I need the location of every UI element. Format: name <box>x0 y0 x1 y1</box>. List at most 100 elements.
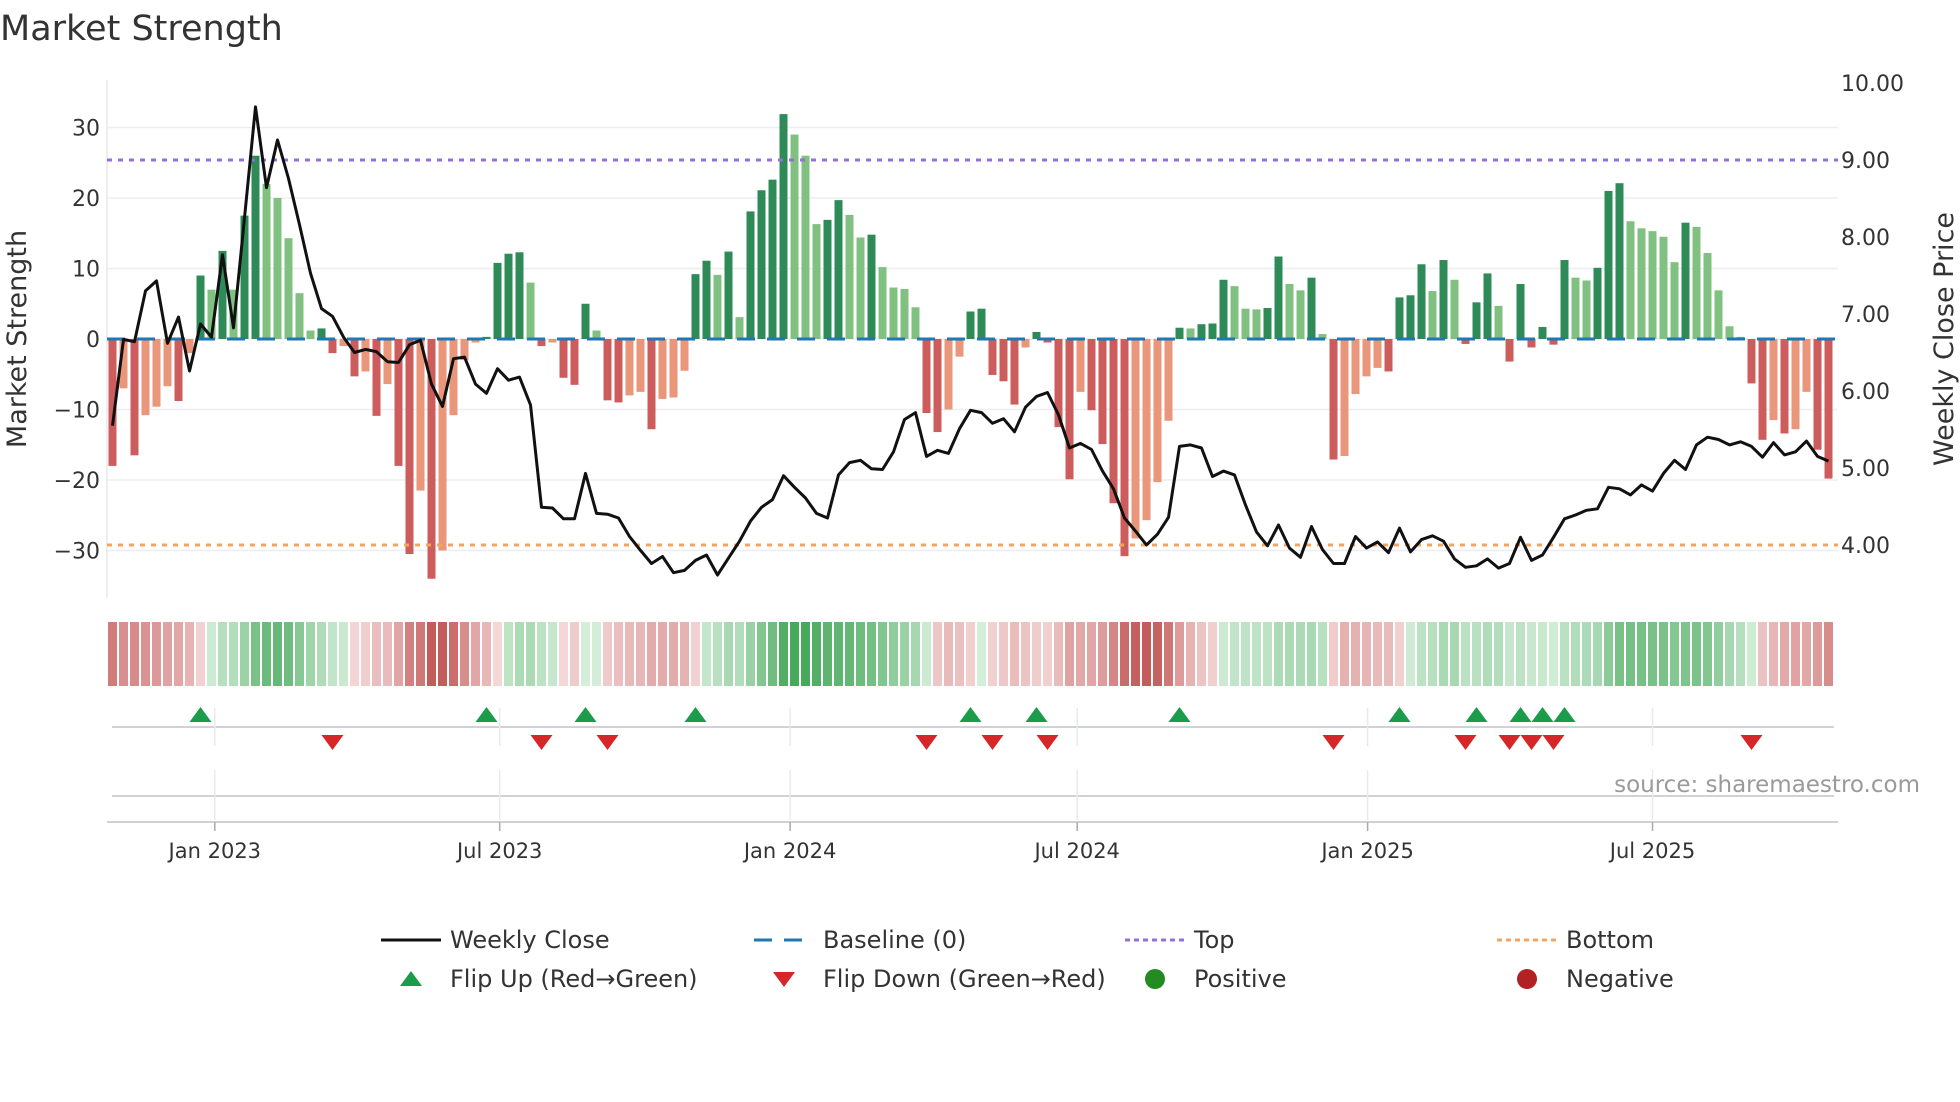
strip-cell <box>460 622 469 686</box>
flip-up-marker <box>1025 707 1048 722</box>
strip-cell <box>922 622 931 686</box>
strip-cell <box>240 622 249 686</box>
flip-down-marker <box>1322 735 1345 750</box>
flip-down-marker <box>1520 735 1543 750</box>
legend-bottom-label: Bottom <box>1566 926 1654 954</box>
strip-cell <box>1175 622 1184 686</box>
strip-cell <box>988 622 997 686</box>
strip-cell <box>1351 622 1360 686</box>
strip-cell <box>1252 622 1261 686</box>
strength-bar <box>999 339 1008 382</box>
strength-bar <box>1142 339 1151 521</box>
strength-bar <box>1109 339 1118 504</box>
strip-cell <box>1241 622 1250 686</box>
flip-up-marker <box>574 707 597 722</box>
strength-bar <box>1824 339 1833 479</box>
strip-cell <box>262 622 271 686</box>
legend-negative-label: Negative <box>1566 965 1674 993</box>
strip-cell <box>647 622 656 686</box>
strength-bar <box>1395 297 1404 339</box>
strip-cell <box>812 622 821 686</box>
strip-cell <box>185 622 194 686</box>
strip-cell <box>1758 622 1767 686</box>
strength-bar <box>130 339 139 456</box>
strip-cell <box>1736 622 1745 686</box>
flip-down-marker <box>1740 735 1763 750</box>
strength-bar <box>1428 291 1437 339</box>
strip-cell <box>1593 622 1602 686</box>
weekly-close-line <box>111 105 1830 577</box>
strip-cell <box>570 622 579 686</box>
flip-down-icon <box>773 972 795 987</box>
strength-bar <box>141 339 150 416</box>
flip-down-marker <box>981 735 1004 750</box>
strip-cell <box>405 622 414 686</box>
strip-cell <box>713 622 722 686</box>
flip-up-marker <box>189 707 212 722</box>
strength-bar <box>1769 339 1778 421</box>
strip-cell <box>1802 622 1811 686</box>
y2-tick-label: 5.00 <box>1841 457 1890 482</box>
flip-down-marker <box>1542 735 1565 750</box>
strength-bar <box>845 214 854 339</box>
strip-cell <box>746 622 755 686</box>
negative-dot-icon <box>1517 969 1537 989</box>
strip-cell <box>196 622 205 686</box>
strip-cell <box>1582 622 1591 686</box>
strip-cell <box>1450 622 1459 686</box>
strip-cell <box>691 622 700 686</box>
strength-bar <box>669 339 678 398</box>
strip-cell <box>1703 622 1712 686</box>
strip-cell <box>350 622 359 686</box>
strength-bar <box>790 134 799 339</box>
strip-cell <box>1747 622 1756 686</box>
strip-cell <box>163 622 172 686</box>
strip-cell <box>493 622 502 686</box>
strength-bar <box>570 339 579 385</box>
strength-bar <box>526 282 535 339</box>
flip-down-marker <box>1454 735 1477 750</box>
strength-bar <box>1263 307 1272 339</box>
strength-bar <box>1384 339 1393 372</box>
strength-bar <box>856 237 865 339</box>
strength-bar <box>1703 252 1712 339</box>
strip-cell <box>900 622 909 686</box>
strength-bar <box>1087 339 1096 411</box>
strip-cell <box>1626 622 1635 686</box>
strength-bar <box>1439 260 1448 339</box>
strip-cell <box>515 622 524 686</box>
strength-bar <box>1417 264 1426 339</box>
strength-bar <box>1274 256 1283 339</box>
flip-up-marker <box>1553 707 1576 722</box>
strength-bar <box>1615 183 1624 339</box>
strip-cell <box>394 622 403 686</box>
strip-cell <box>427 622 436 686</box>
legend: Weekly Close Baseline (0) Top Bottom Flip Up… <box>381 926 1674 993</box>
strip-cell <box>1208 622 1217 686</box>
strip-cell <box>1263 622 1272 686</box>
strip-cell <box>317 622 326 686</box>
flip-down-marker <box>530 735 553 750</box>
strength-bar <box>416 339 425 491</box>
strength-bar <box>1307 277 1316 339</box>
strip-cell <box>1648 622 1657 686</box>
flip-up-marker <box>959 707 982 722</box>
strip-cell <box>1813 622 1822 686</box>
strength-bar <box>1516 284 1525 339</box>
strength-bar <box>1747 339 1756 384</box>
strength-bar <box>636 339 645 392</box>
y-tick-label: −30 <box>54 540 100 565</box>
x-tick-label: Jan 2025 <box>1319 839 1414 863</box>
strength-bar <box>1450 279 1459 339</box>
strength-bar <box>735 317 744 339</box>
strip-cell <box>383 622 392 686</box>
strip-cell <box>636 622 645 686</box>
strength-bar <box>1219 279 1228 339</box>
strength-bar <box>493 262 502 339</box>
y2-tick-label: 7.00 <box>1841 303 1890 328</box>
strength-bar <box>295 293 304 339</box>
strength-bar <box>317 328 326 339</box>
strip-cell <box>724 622 733 686</box>
strength-bar <box>361 339 370 372</box>
strip-cell <box>273 622 282 686</box>
